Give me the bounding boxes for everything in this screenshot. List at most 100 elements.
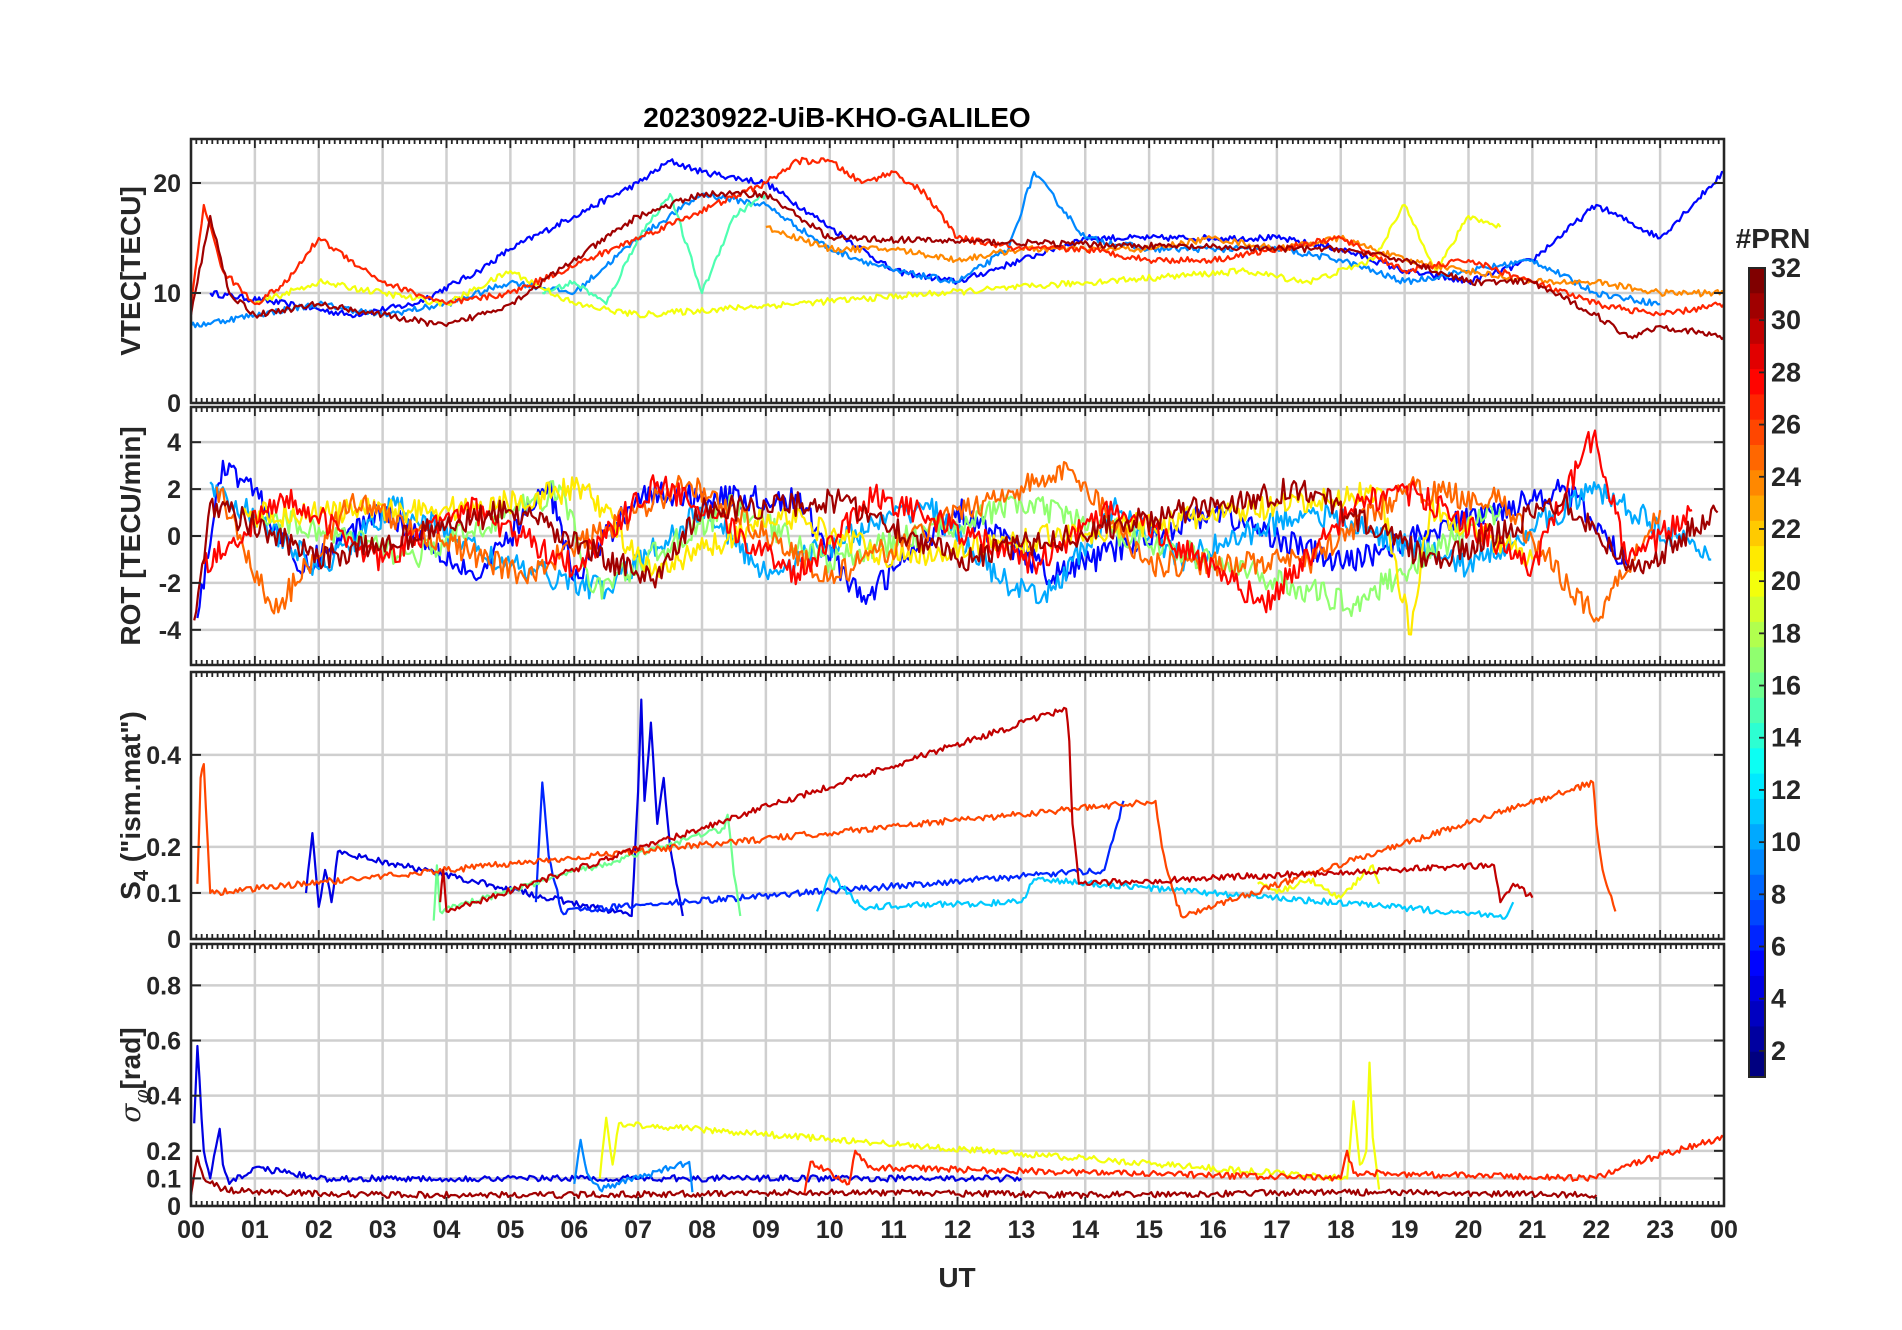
series-group (196, 698, 1617, 921)
x-tick-label: 13 (1007, 1216, 1035, 1244)
colorbar-segment (1749, 824, 1765, 851)
y-tick-label: 0 (167, 523, 181, 551)
series-line-prn-26 (196, 763, 1617, 919)
colorbar-segment (1749, 621, 1765, 648)
colorbar-tick-label: 10 (1771, 827, 1801, 857)
colorbar-label: #PRN (1736, 223, 1811, 254)
colorbar-segment (1749, 773, 1765, 800)
x-tick-label: 12 (944, 1216, 972, 1244)
x-tick-label: 22 (1582, 1216, 1610, 1244)
series-group (193, 429, 1719, 636)
colorbar-tick-label: 20 (1771, 566, 1801, 596)
series-line-prn-30 (439, 706, 1534, 913)
colorbar-tick-label: 8 (1771, 879, 1786, 909)
y-tick-label: 0 (167, 926, 181, 954)
x-tick-label: 14 (1071, 1216, 1099, 1244)
colorbar-segment (1749, 444, 1765, 471)
y-tick-label: 0.1 (146, 1165, 181, 1193)
colorbar-segment (1749, 268, 1765, 294)
chart-title: 20230922-UiB-KHO-GALILEO (643, 102, 1030, 133)
series-line-prn-27 (803, 1134, 1724, 1196)
colorbar-segment (1749, 1026, 1765, 1053)
panel-vtec: 0 10 20VTEC[TECU] (115, 137, 1726, 418)
y-tick-label: 0.4 (146, 742, 181, 770)
x-tick-label: 23 (1646, 1216, 1674, 1244)
panel-rot: -4 -2 0 2 4 ROT [TECU/min] (115, 405, 1726, 667)
colorbar-segment (1749, 394, 1765, 421)
colorbar-tick-label: 24 (1771, 462, 1801, 492)
x-tick-label: 16 (1199, 1216, 1227, 1244)
y-tick-label: 10 (153, 280, 181, 308)
colorbar-segment (1749, 1001, 1765, 1028)
colorbar-tick-label: 26 (1771, 410, 1801, 440)
colorbar-segment (1749, 798, 1765, 825)
colorbar-tick-label: 32 (1771, 253, 1801, 283)
colorbar-segment (1749, 419, 1765, 446)
x-tick-label: 05 (496, 1216, 524, 1244)
figure: 20230922-UiB-KHO-GALILEO 01020VTEC[TECU]… (114, 102, 1811, 1293)
x-tick-label: 19 (1391, 1216, 1419, 1244)
x-tick-label: 10 (816, 1216, 844, 1244)
panels: 0 10 20VTEC[TECU] -4 -2 0 2 4 ROT [TECU/min] 0 0.1… (114, 137, 1726, 1221)
y-axis-label: S4 ("ism.mat") (115, 711, 153, 900)
colorbar-tick-label: 6 (1771, 932, 1786, 962)
y-tick-label: 0.1 (146, 880, 181, 908)
colorbar-tick-label: 28 (1771, 357, 1801, 387)
panel-sigma_phi: 00.10.20.40.60.8σφ[rad] (114, 942, 1726, 1221)
colorbar-tick-label: 4 (1771, 984, 1786, 1014)
y-tick-label: 0.6 (146, 1028, 181, 1056)
colorbar-segment (1749, 1051, 1765, 1078)
colorbar-segment (1749, 293, 1765, 320)
x-tick-label: 17 (1263, 1216, 1291, 1244)
x-tick-label: 21 (1518, 1216, 1546, 1244)
x-tick-label: 09 (752, 1216, 780, 1244)
colorbar-segment (1749, 723, 1765, 749)
x-tick-label: 15 (1135, 1216, 1163, 1244)
y-tick-label: 2 (167, 476, 181, 504)
x-tick-label: 11 (880, 1216, 907, 1244)
y-tick-label: 4 (167, 429, 181, 457)
x-tick-label: 01 (241, 1216, 269, 1244)
colorbar-segment (1749, 596, 1765, 623)
y-tick-label: 0.2 (146, 834, 181, 862)
x-axis: 00 01 02 03 04 05 06 07 08 09 10 11 12 13 14 15 16 17 18 19… (177, 1216, 1738, 1244)
colorbar: #PRN 2468101214161820222426283032 (1736, 223, 1811, 1078)
series-line-prn-4 (304, 698, 684, 918)
x-tick-label: 07 (624, 1216, 652, 1244)
colorbar-segment (1749, 647, 1765, 674)
colorbar-segment (1749, 900, 1765, 926)
panel-s4: 0 0.1 0.2 0.4S4 ("ism.mat") (115, 670, 1726, 954)
x-tick-label: 04 (433, 1216, 461, 1244)
colorbar-segment (1749, 748, 1765, 775)
colorbar-tick-label: 30 (1771, 305, 1801, 335)
y-tick-label: 0 (167, 390, 181, 418)
colorbar-segment (1749, 318, 1765, 345)
x-tick-label: 00 (177, 1216, 205, 1244)
y-tick-label: -2 (159, 570, 181, 598)
x-tick-label: 02 (305, 1216, 333, 1244)
y-tick-label: 0.8 (146, 972, 181, 1000)
y-axis-label: ROT [TECU/min] (115, 426, 146, 645)
y-tick-label: 20 (153, 170, 181, 198)
series-line-prn-9 (573, 1138, 694, 1193)
colorbar-segment (1749, 571, 1765, 598)
x-tick-label: 06 (560, 1216, 588, 1244)
colorbar-tick-label: 14 (1771, 723, 1801, 753)
x-tick-label: 20 (1455, 1216, 1483, 1244)
colorbar-segment (1749, 520, 1765, 547)
colorbar-tick-label: 22 (1771, 514, 1801, 544)
colorbar-tick-label: 16 (1771, 671, 1801, 701)
y-tick-label: 0.2 (146, 1138, 181, 1166)
x-tick-label: 08 (688, 1216, 716, 1244)
colorbar-tick-label: 18 (1771, 618, 1801, 648)
colorbar-segment (1749, 849, 1765, 876)
colorbar-segment (1749, 874, 1765, 901)
y-tick-label: -4 (159, 617, 181, 645)
colorbar-segment (1749, 697, 1765, 724)
x-tick-label: 03 (369, 1216, 397, 1244)
x-tick-label: 18 (1327, 1216, 1355, 1244)
colorbar-segment (1749, 470, 1765, 497)
colorbar-segment (1749, 546, 1765, 572)
colorbar-segment (1749, 343, 1765, 370)
colorbar-segment (1749, 495, 1765, 522)
